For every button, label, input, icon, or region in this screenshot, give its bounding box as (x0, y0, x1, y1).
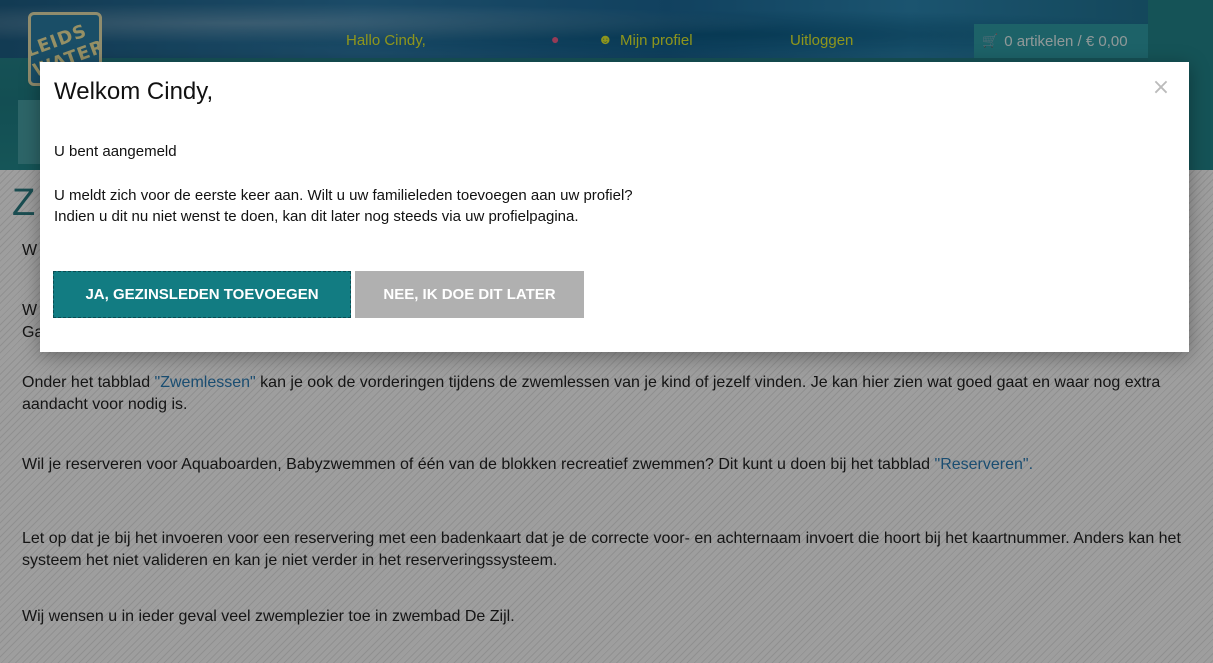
family-question-text: U meldt zich voor de eerste keer aan. Wi… (54, 187, 633, 204)
welcome-modal: Welkom Cindy, × U bent aangemeld U meldt… (40, 62, 1189, 352)
login-status-text: U bent aangemeld (54, 143, 177, 160)
close-icon[interactable]: × (1151, 77, 1171, 99)
family-hint-text: Indien u dit nu niet wenst te doen, kan … (54, 208, 579, 225)
add-family-button[interactable]: JA, GEZINSLEDEN TOEVOEGEN (53, 271, 351, 318)
modal-title: Welkom Cindy, (54, 78, 214, 105)
later-button[interactable]: NEE, IK DOE DIT LATER (355, 271, 584, 318)
